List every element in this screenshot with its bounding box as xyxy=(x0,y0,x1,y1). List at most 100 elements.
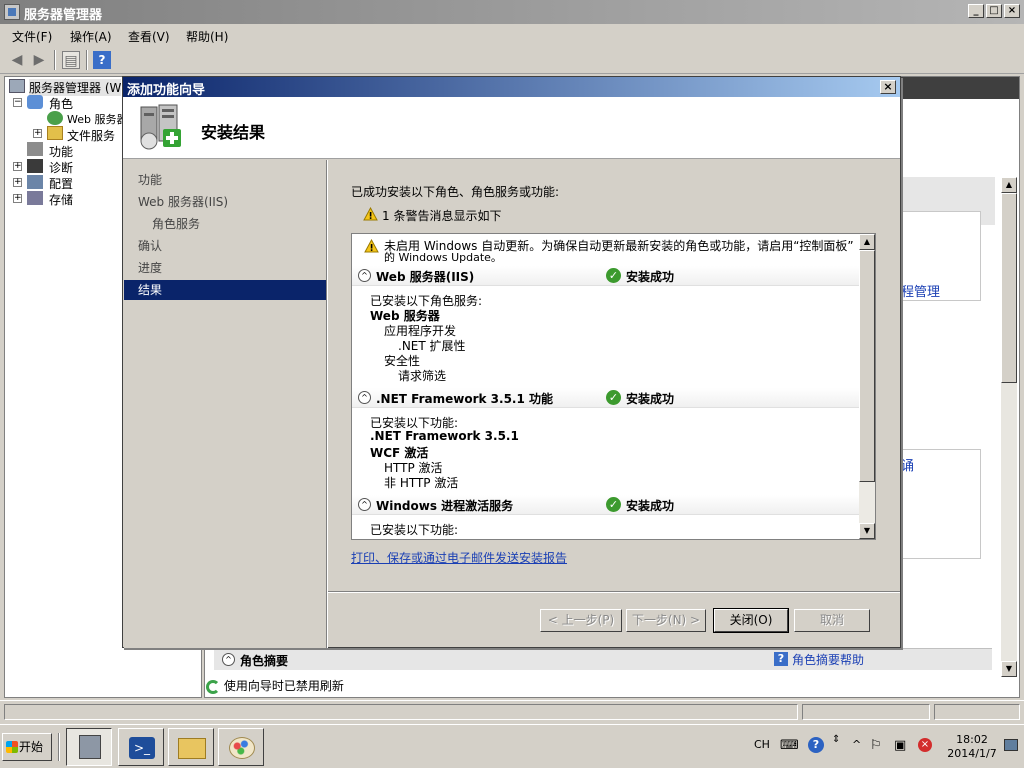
server-icon xyxy=(9,79,25,93)
expand-icon[interactable]: + xyxy=(33,129,42,138)
success-check-icon: ✓ xyxy=(606,497,621,512)
window-titlebar[interactable]: 服务器管理器 _ □ × xyxy=(0,0,1024,24)
tree-item-server-manager[interactable]: 服务器管理器 (W xyxy=(29,79,122,96)
taskbar-paint[interactable] xyxy=(218,728,264,766)
scroll-down-arrow[interactable]: ▼ xyxy=(1001,661,1017,677)
section-status: 安装成功 xyxy=(626,499,675,513)
tree-item-diagnostics[interactable]: 诊断 xyxy=(49,159,73,176)
taskbar-separator xyxy=(58,733,60,761)
maximize-button[interactable]: □ xyxy=(986,4,1002,18)
diagnostics-icon xyxy=(27,159,43,173)
tree-item-storage[interactable]: 存储 xyxy=(49,191,73,208)
close-button[interactable]: 关闭(O) xyxy=(713,608,789,633)
collapse-icon[interactable]: ^ xyxy=(358,269,371,282)
start-label: 开始 xyxy=(19,740,44,754)
show-hide-console-tree-icon[interactable]: ▤ xyxy=(62,51,80,69)
nav-progress[interactable]: 进度 xyxy=(124,258,326,278)
dialog-heading: 安装结果 xyxy=(201,123,266,142)
print-report-link[interactable]: 打印、保存或通过电子邮件发送安装报告 xyxy=(351,549,567,566)
taskbar-powershell[interactable]: >_ xyxy=(118,728,164,766)
tree-item-web-server[interactable]: Web 服务器 xyxy=(67,111,127,127)
toolbar: ◀ ▶ ▤ ? xyxy=(0,46,1024,74)
expand-icon[interactable]: + xyxy=(13,162,22,171)
configuration-icon xyxy=(27,175,43,189)
folder-icon xyxy=(47,126,63,140)
warning-icon xyxy=(363,207,378,221)
status-segment xyxy=(802,704,930,720)
next-button[interactable]: 下一步(N) > xyxy=(626,609,706,632)
clock[interactable]: 18:02 2014/1/7 xyxy=(944,733,1000,761)
collapse-icon[interactable]: ^ xyxy=(358,391,371,404)
server-manager-icon xyxy=(79,735,101,759)
status-bar xyxy=(0,700,1024,722)
collapse-icon[interactable]: − xyxy=(13,98,22,107)
cancel-button[interactable]: 取消 xyxy=(794,609,870,632)
toolbar-separator xyxy=(54,50,56,70)
results-scrollbar[interactable]: ▲ ▼ xyxy=(859,234,875,539)
role-summary-title: 角色摘要 xyxy=(240,654,289,668)
close-window-button[interactable]: × xyxy=(1004,4,1020,18)
tree-item-file-services[interactable]: 文件服务 xyxy=(67,127,115,144)
help-icon[interactable]: ? xyxy=(93,51,111,69)
role-summary-help-link[interactable]: 角色摘要帮助 xyxy=(792,651,864,668)
taskbar-server-manager[interactable] xyxy=(66,728,112,766)
options-icon[interactable]: ⇕ xyxy=(832,734,840,745)
nav-results[interactable]: 结果 xyxy=(124,280,326,300)
roles-icon xyxy=(27,95,43,109)
menu-view[interactable]: 查看(V) xyxy=(128,28,170,45)
network-icon[interactable]: ▣ xyxy=(894,738,906,753)
collapse-icon[interactable]: ^ xyxy=(358,498,371,511)
dialog-close-button[interactable]: × xyxy=(880,80,896,94)
forward-arrow-icon[interactable]: ▶ xyxy=(30,51,48,69)
section-status: 安装成功 xyxy=(626,270,675,284)
nav-confirmation[interactable]: 确认 xyxy=(124,236,326,256)
window-title: 服务器管理器 xyxy=(24,8,103,23)
previous-button[interactable]: < 上一步(P) xyxy=(540,609,622,632)
scroll-down-arrow[interactable]: ▼ xyxy=(859,523,875,539)
menu-help[interactable]: 帮助(H) xyxy=(186,28,228,45)
language-indicator[interactable]: CH xyxy=(754,738,770,751)
details-scrollbar[interactable]: ▲ ▼ xyxy=(1001,177,1017,677)
taskbar-explorer[interactable] xyxy=(168,728,214,766)
scroll-up-arrow[interactable]: ▲ xyxy=(859,234,875,250)
collapse-icon[interactable]: ^ xyxy=(222,653,235,666)
system-tray: CH ⌨ ? ⇕ ^ ⚐ ▣ × 18:02 2014/1/7 xyxy=(748,729,1020,765)
help-icon[interactable]: ? xyxy=(808,737,824,753)
menu-file[interactable]: 文件(F) xyxy=(12,28,52,45)
tree-item-configuration[interactable]: 配置 xyxy=(49,175,73,192)
refresh-status: 使用向导时已禁用刷新 xyxy=(206,677,344,694)
tree-item-roles[interactable]: 角色 xyxy=(49,95,73,112)
expand-icon[interactable]: + xyxy=(13,178,22,187)
server-install-icon xyxy=(140,104,181,150)
help-icon: ? xyxy=(774,652,788,666)
keyboard-icon[interactable]: ⌨ xyxy=(780,738,799,753)
start-button[interactable]: 开始 xyxy=(2,733,52,761)
results-intro: 已成功安装以下角色、角色服务或功能: xyxy=(351,185,560,199)
clock-date: 2014/1/7 xyxy=(947,747,997,760)
background-link[interactable]: 诵 xyxy=(901,455,914,474)
refresh-icon xyxy=(206,679,220,694)
background-link-manage[interactable]: 程管理 xyxy=(901,281,940,300)
nav-features[interactable]: 功能 xyxy=(124,170,326,190)
folder-icon xyxy=(178,738,206,759)
expand-icon[interactable]: + xyxy=(13,194,22,203)
volume-muted-icon[interactable]: × xyxy=(918,738,932,752)
result-line: 已安装以下功能: xyxy=(370,523,459,537)
scroll-thumb[interactable] xyxy=(859,250,875,482)
show-desktop-icon[interactable] xyxy=(1004,739,1018,751)
status-segment xyxy=(4,704,798,720)
show-hidden-icons-icon[interactable]: ^ xyxy=(852,738,861,751)
back-arrow-icon[interactable]: ◀ xyxy=(8,51,26,69)
dialog-title: 添加功能向导 xyxy=(127,83,206,98)
nav-role-services[interactable]: 角色服务 xyxy=(124,214,326,234)
nav-web-server-iis[interactable]: Web 服务器(IIS) xyxy=(124,192,326,212)
tree-item-features[interactable]: 功能 xyxy=(49,143,73,160)
dialog-header: 安装结果 xyxy=(123,97,900,159)
action-center-flag-icon[interactable]: ⚐ xyxy=(870,738,882,753)
warning-icon xyxy=(364,239,379,253)
scroll-thumb[interactable] xyxy=(1001,193,1017,383)
minimize-button[interactable]: _ xyxy=(968,4,984,18)
menu-action[interactable]: 操作(A) xyxy=(70,28,112,45)
dialog-titlebar[interactable]: 添加功能向导 × xyxy=(123,77,900,98)
scroll-up-arrow[interactable]: ▲ xyxy=(1001,177,1017,193)
